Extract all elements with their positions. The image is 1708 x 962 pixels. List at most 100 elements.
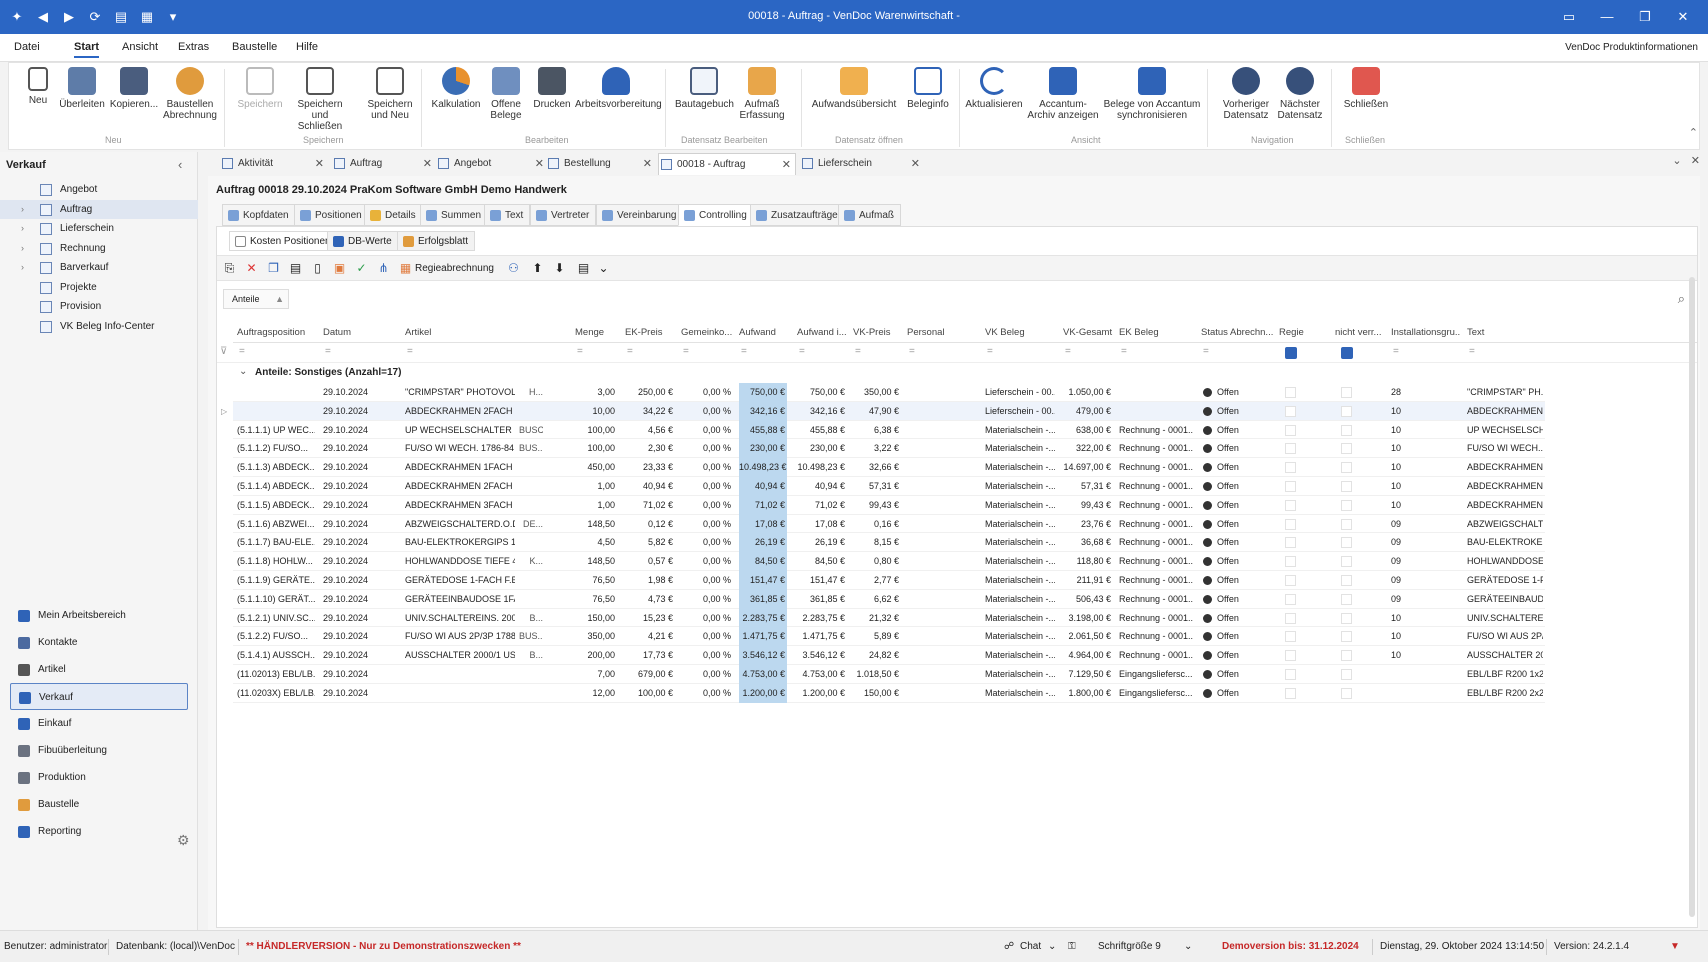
ribbon-aktualisieren-button[interactable]: Aktualisieren [965,67,1023,110]
chevron-down-icon[interactable]: ⌄ [239,366,247,377]
nicht-verrechnet-checkbox[interactable] [1341,481,1352,492]
tab-aufmass[interactable]: Aufmaß [838,204,902,226]
regie-checkbox[interactable] [1285,499,1296,511]
chevron-right-icon[interactable]: › [21,204,24,214]
nav-reporting[interactable]: Reporting [10,818,188,845]
filter-cell[interactable]: = [1393,346,1399,357]
filter-cell[interactable]: = [239,346,245,357]
regie-checkbox[interactable] [1285,424,1296,436]
table-row[interactable]: (5.1.1.10) GERÄT... 29.10.2024 GERÄTEEINBA… [233,589,1545,609]
regie-checkbox[interactable] [1285,518,1296,530]
tab-positionen[interactable]: Positionen [294,204,369,226]
tab-details[interactable]: Details [364,204,423,226]
nav-mein-arbeitsbereich[interactable]: Mein Arbeitsbereich [10,602,188,629]
regie-checkbox[interactable] [1285,687,1296,699]
tree-item-lieferschein[interactable]: › Lieferschein [0,219,198,239]
tree-item-provision[interactable]: Provision [0,297,198,317]
menu-ansicht[interactable]: Ansicht [122,41,158,53]
nav-einkauf[interactable]: Einkauf [10,710,188,737]
chevron-down-icon[interactable]: ⌄ [1184,941,1192,952]
ribbon-schliessen-button[interactable]: Schließen [1337,67,1395,110]
close-tab-icon[interactable]: ✕ [782,154,791,176]
column-header[interactable]: VK Beleg [985,327,1059,338]
table-row[interactable]: (5.1.1.7) BAU-ELE... 29.10.2024 BAU-ELEKTR… [233,533,1545,553]
table-row[interactable]: (5.1.2.2) FU/SO... 29.10.2024 FU/SO WI AUS… [233,627,1545,647]
chevron-down-icon[interactable]: ⌄ [597,262,610,275]
nav-produktion[interactable]: Produktion [10,764,188,791]
doctab-bestellung[interactable]: Bestellung ✕ [546,153,652,175]
group-chip-anteile[interactable]: Anteile ▲ [223,289,289,309]
column-header[interactable]: Status Abrechn... [1201,327,1275,338]
tree-item-vk-beleg-info-center[interactable]: VK Beleg Info-Center [0,317,198,337]
close-tab-icon[interactable]: ✕ [315,153,324,175]
column-header[interactable]: EK-Preis [625,327,677,338]
tab-vereinbarung[interactable]: Vereinbarung [596,204,684,226]
filter-cell[interactable]: = [407,346,413,357]
doctab-auftrag[interactable]: Auftrag ✕ [332,153,432,175]
close-tab-icon[interactable]: ✕ [423,153,432,175]
tab-zusatzauftraege[interactable]: Zusatzaufträge [750,204,845,226]
filter-cell[interactable]: = [1469,346,1475,357]
group-row[interactable]: ⌄ Anteile: Sonstiges (Anzahl=17) [233,363,1697,383]
page-icon[interactable]: ▯ [311,262,324,275]
arrow-up-icon[interactable]: ⬆ [531,262,544,275]
doctab-lieferschein[interactable]: Lieferschein ✕ [800,153,920,175]
tree-item-rechnung[interactable]: › Rechnung [0,239,198,259]
tab-kopfdaten[interactable]: Kopfdaten [222,204,296,226]
filter-cell[interactable]: = [627,346,633,357]
filter-cell[interactable]: = [1065,346,1071,357]
nav-baustelle[interactable]: Baustelle [10,791,188,818]
ribbon-aufwandsuebersicht-button[interactable]: Aufwandsübersicht [809,67,899,110]
table-row[interactable]: (5.1.1.9) GERÄTE... 29.10.2024 GERÄTEDOSE … [233,571,1545,590]
tab-list-controls[interactable]: ⌄ ✕ [1672,154,1700,167]
table-row[interactable]: (5.1.1.1) UP WEC... 29.10.2024 UP WECHSELS… [233,420,1545,440]
subtab-db-werte[interactable]: DB-Werte [327,231,399,251]
nicht-verrechnet-checkbox[interactable] [1341,575,1352,586]
close-tab-icon[interactable]: ✕ [643,153,652,175]
nicht-verrechnet-checkbox[interactable] [1341,612,1352,624]
table-row[interactable]: (5.1.1.4) ABDECK... 29.10.2024 ABDECKRAHME… [233,477,1545,496]
column-header[interactable]: VK-Preis [853,327,903,338]
tab-vertreter[interactable]: Vertreter [530,204,597,226]
regie-checkbox[interactable] [1285,631,1296,643]
nicht-verrechnet-checkbox[interactable] [1341,669,1352,680]
regie-icon[interactable]: ▦ [399,262,412,275]
column-header[interactable]: Regie [1279,327,1329,338]
ribbon-accantum-sync-button[interactable]: Belege von Accantum synchronisieren [1103,67,1201,121]
nicht-verrechnet-checkbox[interactable] [1341,687,1352,699]
column-header[interactable]: Menge [575,327,619,338]
tree-item-barverkauf[interactable]: › Barverkauf [0,258,198,278]
tree-item-angebot[interactable]: Angebot [0,180,198,200]
tree-item-auftrag[interactable]: › Auftrag [0,199,198,219]
filter-cell[interactable]: = [1203,346,1209,357]
ribbon-baustellen-abrechnung-button[interactable]: Baustellen Abrechnung [161,67,219,121]
transfer-icon[interactable]: ▣ [333,262,346,275]
nicht-verrechnet-checkbox[interactable] [1341,556,1352,568]
table-row[interactable]: (5.1.1.6) ABZWEI... 29.10.2024 ABZWEIGSCHA… [233,514,1545,534]
check-icon[interactable]: ✓ [355,262,368,275]
column-header[interactable]: Text [1467,327,1547,338]
group-icon[interactable]: ⚇ [507,262,520,275]
sidebar-collapse-icon[interactable]: ‹ [178,157,182,172]
nicht-verrechnet-checkbox[interactable] [1341,387,1352,398]
regie-checkbox[interactable] [1285,537,1296,549]
regie-checkbox[interactable] [1285,405,1296,417]
chevron-right-icon[interactable]: › [21,262,24,272]
column-header[interactable]: VK-Gesamt [1063,327,1115,338]
nicht-verrechnet-checkbox[interactable] [1341,443,1352,455]
filter-cell[interactable]: = [987,346,993,357]
nicht-verrechnet-checkbox[interactable] [1341,537,1352,549]
nav-artikel[interactable]: Artikel [10,656,188,683]
copy-icon[interactable]: ❐ [267,262,280,275]
ribbon-ueberleiten-button[interactable]: Überleiten [53,67,111,110]
table-row[interactable]: (5.1.4.1) AUSSCH... 29.10.2024 AUSSCHALTER… [233,646,1545,665]
doctab-00018-auftrag[interactable]: 00018 - Auftrag ✕ [658,153,796,175]
nicht-verrechnet-checkbox[interactable] [1341,405,1352,417]
filter-cell[interactable]: = [683,346,689,357]
column-header[interactable]: Aufwand [739,327,791,338]
table-row[interactable]: (5.1.1.8) HOHLW... 29.10.2024 HOHLWANDDOSE… [233,552,1545,571]
filter-checkbox[interactable] [1285,347,1297,359]
doctab-angebot[interactable]: Angebot ✕ [436,153,544,175]
column-header[interactable]: Datum [323,327,403,338]
ribbon-speichern-schliessen-button[interactable]: Speichern und Schließen [291,67,349,132]
